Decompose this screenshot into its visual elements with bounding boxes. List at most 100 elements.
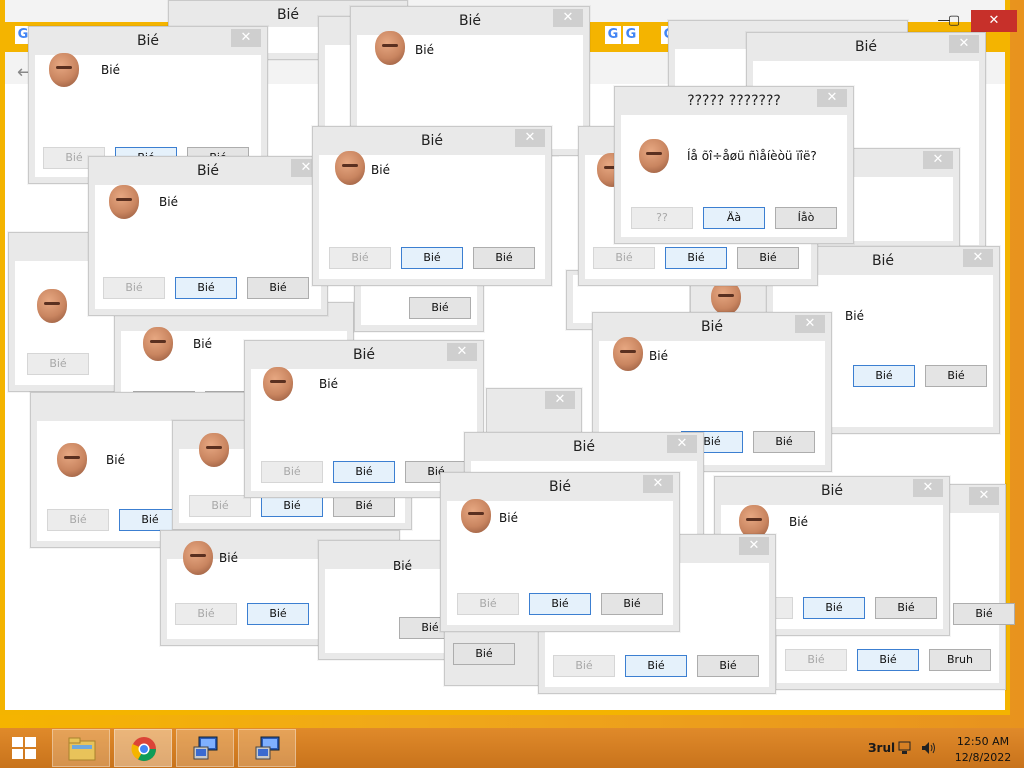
dialog-button[interactable]: Віé xyxy=(593,247,655,269)
dialog-button[interactable]: Віé xyxy=(625,655,687,677)
message-dialog[interactable]: Віé ✕ Віé Віé Віé Віé xyxy=(440,472,680,632)
dialog-button[interactable]: Віé xyxy=(261,495,323,517)
maximize-button[interactable]: ▢ xyxy=(937,10,971,32)
dialog-close-button[interactable]: ✕ xyxy=(963,249,993,267)
dialog-button[interactable]: Віé xyxy=(785,649,847,671)
dialog-button[interactable]: Віé xyxy=(553,655,615,677)
volume-icon[interactable] xyxy=(920,740,938,756)
dialog-button[interactable]: Віé xyxy=(697,655,759,677)
dialog-message: Íå õî÷åøü ñìåíèòü ïîë? xyxy=(687,149,817,163)
dialog-button[interactable]: Віé xyxy=(247,603,309,625)
dialog-button[interactable]: Віé xyxy=(103,277,165,299)
close-button[interactable]: ✕ xyxy=(971,10,1017,32)
rock-face-icon xyxy=(711,281,741,315)
rock-face-icon xyxy=(461,499,491,533)
dialog-button[interactable]: Віé xyxy=(601,593,663,615)
dialog-button[interactable]: Віé xyxy=(247,277,309,299)
rock-face-icon xyxy=(183,541,213,575)
file-explorer-icon xyxy=(68,737,96,761)
dialog-button[interactable]: Віé xyxy=(753,431,815,453)
dialog-close-button[interactable]: ✕ xyxy=(667,435,697,453)
dialog-button[interactable]: Віé xyxy=(473,247,535,269)
dialog-message: Віé xyxy=(193,337,212,351)
rock-face-icon xyxy=(613,337,643,371)
dialog-close-button[interactable]: ✕ xyxy=(739,537,769,555)
dialog-close-button[interactable]: ✕ xyxy=(969,487,999,505)
start-button[interactable] xyxy=(0,728,48,768)
dialog-button[interactable]: Віé xyxy=(47,509,109,531)
dialog-button[interactable]: Віé xyxy=(333,495,395,517)
taskbar-chrome[interactable] xyxy=(114,729,172,767)
rock-face-icon xyxy=(37,289,67,323)
taskbar: Зrul xyxy=(0,728,1024,768)
dialog-close-button[interactable]: ✕ xyxy=(553,9,583,27)
dialog-message: Віé xyxy=(415,43,434,57)
dialog-button[interactable]: Віé xyxy=(665,247,727,269)
dialog-button[interactable]: Віé xyxy=(529,593,591,615)
network-app-icon xyxy=(193,736,218,760)
dialog-button[interactable]: Віé xyxy=(189,495,251,517)
dialog-close-button[interactable]: ✕ xyxy=(795,315,825,333)
dialog-message: Віé xyxy=(101,63,120,77)
google-tab-icon[interactable]: G xyxy=(623,26,639,44)
dialog-close-button[interactable]: ✕ xyxy=(949,35,979,53)
yes-button[interactable]: Äà xyxy=(703,207,765,229)
dialog-close-button[interactable]: ✕ xyxy=(817,89,847,107)
dialog-client xyxy=(325,569,451,653)
dialog-close-button[interactable]: ✕ xyxy=(643,475,673,493)
message-dialog[interactable]: Віé ✕ Віé Віé Віé Віé xyxy=(88,156,328,316)
dialog-button[interactable]: Віé xyxy=(453,643,515,665)
dialog-button[interactable]: Віé xyxy=(803,597,865,619)
dialog-message: Віé xyxy=(319,377,338,391)
dialog-button[interactable]: Віé xyxy=(261,461,323,483)
question-dialog[interactable]: ????? ??????? ✕ Íå õî÷åøü ñìåíèòü ïîë? ?… xyxy=(614,86,854,244)
dialog-button[interactable]: Віé xyxy=(857,649,919,671)
message-dialog[interactable]: Віé ✕ Віé Віé Віé Віé xyxy=(312,126,552,286)
network-tray-icon[interactable] xyxy=(898,740,914,756)
dialog-message: Віé xyxy=(393,559,412,573)
dialog-close-button[interactable]: ✕ xyxy=(515,129,545,147)
dialog-button[interactable]: Віé xyxy=(875,597,937,619)
no-button[interactable]: Íåò xyxy=(775,207,837,229)
help-button[interactable]: ?? xyxy=(631,207,693,229)
dialog-button[interactable]: Віé xyxy=(409,297,471,319)
taskbar-network-app[interactable] xyxy=(176,729,234,767)
dialog-close-button[interactable]: ✕ xyxy=(231,29,261,47)
taskbar-network-app[interactable] xyxy=(238,729,296,767)
dialog-button[interactable]: Віé xyxy=(457,593,519,615)
message-dialog[interactable]: Віé Віé xyxy=(318,540,461,660)
system-clock[interactable]: 12:50 AM 12/8/2022 xyxy=(948,734,1018,766)
dialog-button[interactable]: Віé xyxy=(953,603,1015,625)
dialog-button[interactable]: Віé xyxy=(175,277,237,299)
taskbar-file-explorer[interactable] xyxy=(52,729,110,767)
dialog-close-button[interactable]: ✕ xyxy=(923,151,953,169)
dialog-close-button[interactable]: ✕ xyxy=(913,479,943,497)
rock-face-icon xyxy=(375,31,405,65)
rock-face-icon xyxy=(199,433,229,467)
clock-time: 12:50 AM xyxy=(956,735,1010,748)
dialog-button[interactable]: Віé xyxy=(853,365,915,387)
dialog-button[interactable]: Віé xyxy=(737,247,799,269)
dialog-button[interactable]: Віé xyxy=(329,247,391,269)
dialog-button[interactable]: Віé xyxy=(401,247,463,269)
dialog-button[interactable]: Віé xyxy=(333,461,395,483)
dialog-button[interactable]: Віé xyxy=(175,603,237,625)
rock-face-icon xyxy=(49,53,79,87)
dialog-message: Віé xyxy=(789,515,808,529)
google-tab-icon[interactable]: G xyxy=(605,26,621,44)
rock-face-icon xyxy=(143,327,173,361)
dialog-message: Віé xyxy=(499,511,518,525)
bruh-button[interactable]: Bruh xyxy=(929,649,991,671)
dialog-message: Віé xyxy=(219,551,238,565)
dialog-close-button[interactable]: ✕ xyxy=(447,343,477,361)
dialog-message: Віé xyxy=(159,195,178,209)
dialog-button[interactable]: Віé xyxy=(27,353,89,375)
rock-face-icon xyxy=(263,367,293,401)
tray-label[interactable]: Зrul xyxy=(868,741,895,755)
rock-face-icon xyxy=(57,443,87,477)
windows-logo-icon xyxy=(12,737,36,759)
dialog-message: Віé xyxy=(649,349,668,363)
rock-face-icon xyxy=(335,151,365,185)
dialog-button[interactable]: Віé xyxy=(925,365,987,387)
dialog-close-button[interactable]: ✕ xyxy=(545,391,575,409)
